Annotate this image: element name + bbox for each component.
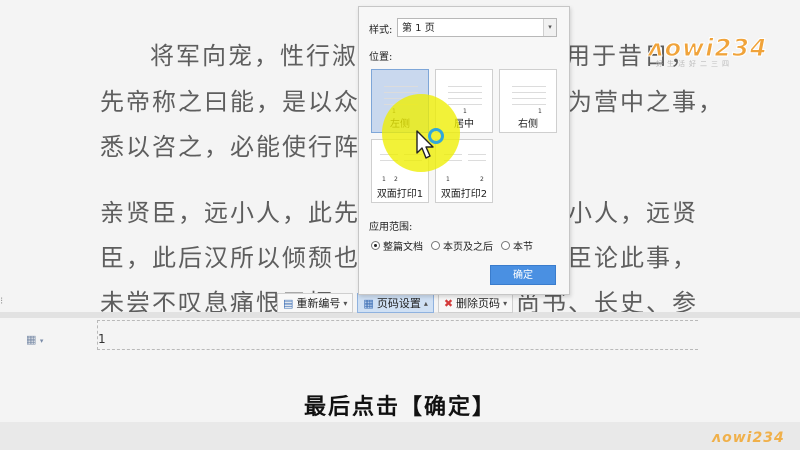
page-num-glyph: 1: [446, 176, 450, 183]
page-num-glyph: 1: [538, 108, 542, 115]
logo-main-text: ʌowi234: [648, 34, 768, 63]
footer-edit-region[interactable]: [97, 320, 698, 350]
position-duplex1-label: 双面打印1: [376, 189, 424, 200]
position-right-option[interactable]: 1 右侧: [499, 69, 557, 133]
scope-this-page-onward-radio[interactable]: 本页及之后: [431, 238, 493, 253]
chevron-up-icon: ▴: [423, 298, 428, 308]
scope-whole-document-label: 整篇文档: [383, 242, 423, 253]
position-right-label: 右侧: [518, 119, 538, 130]
video-caption: 最后点击【确定】: [303, 395, 496, 420]
page-num-glyph: 1: [463, 108, 467, 115]
scope-whole-document-radio[interactable]: 整篇文档: [371, 238, 423, 253]
delete-page-number-button[interactable]: ✖ 删除页码 ▾: [437, 293, 514, 313]
page-settings-icon: ▦: [363, 296, 374, 310]
style-label: 样式:: [369, 25, 393, 36]
footer-page-number[interactable]: 1: [98, 332, 106, 346]
renumber-button[interactable]: ▤ 重新编号 ▾: [277, 293, 354, 313]
chevron-down-icon[interactable]: ▾: [543, 19, 556, 36]
click-indicator-icon: [428, 128, 444, 144]
page-num-glyph: 2: [480, 176, 484, 183]
ok-button[interactable]: 确定: [490, 265, 556, 285]
page-number-toolbar: ▤ 重新编号 ▾ ▦ 页码设置 ▴ ✖ 删除页码 ▾: [277, 293, 514, 313]
scope-radio-group: 整篇文档 本页及之后 本节: [371, 238, 533, 253]
page-num-glyph: 1: [382, 176, 386, 183]
style-select-value: 第 1 页: [402, 23, 435, 34]
scope-label: 应用范围:: [369, 222, 413, 233]
chevron-down-icon: ▾: [503, 298, 508, 308]
delete-icon: ✖: [443, 296, 454, 310]
page-settings-button[interactable]: ▦ 页码设置 ▴: [357, 293, 434, 313]
radio-unchecked[interactable]: [431, 241, 440, 250]
position-label: 位置:: [369, 52, 393, 63]
renumber-label: 重新编号: [296, 297, 341, 310]
radio-checked[interactable]: [371, 241, 380, 250]
bottom-band: [0, 422, 800, 450]
footer-marker-icon[interactable]: ▦ ▾: [26, 333, 43, 346]
brand-logo: ʌowi234 好生活好二三四: [648, 34, 772, 74]
page-num-glyph: 2: [394, 176, 398, 183]
renumber-icon: ▤: [283, 296, 294, 310]
brand-logo-small: ʌowi234: [712, 430, 785, 446]
style-select[interactable]: 第 1 页 ▾: [397, 18, 557, 37]
page-settings-label: 页码设置: [376, 297, 421, 310]
scope-this-section-label: 本节: [513, 242, 533, 253]
chevron-down-icon: ▾: [343, 298, 348, 308]
scope-this-section-radio[interactable]: 本节: [501, 238, 533, 253]
position-duplex2-label: 双面打印2: [440, 189, 488, 200]
scope-this-page-onward-label: 本页及之后: [443, 242, 493, 253]
margin-marker-icon: ⁝: [0, 296, 4, 307]
radio-unchecked[interactable]: [501, 241, 510, 250]
delete-label: 删除页码: [456, 297, 501, 310]
